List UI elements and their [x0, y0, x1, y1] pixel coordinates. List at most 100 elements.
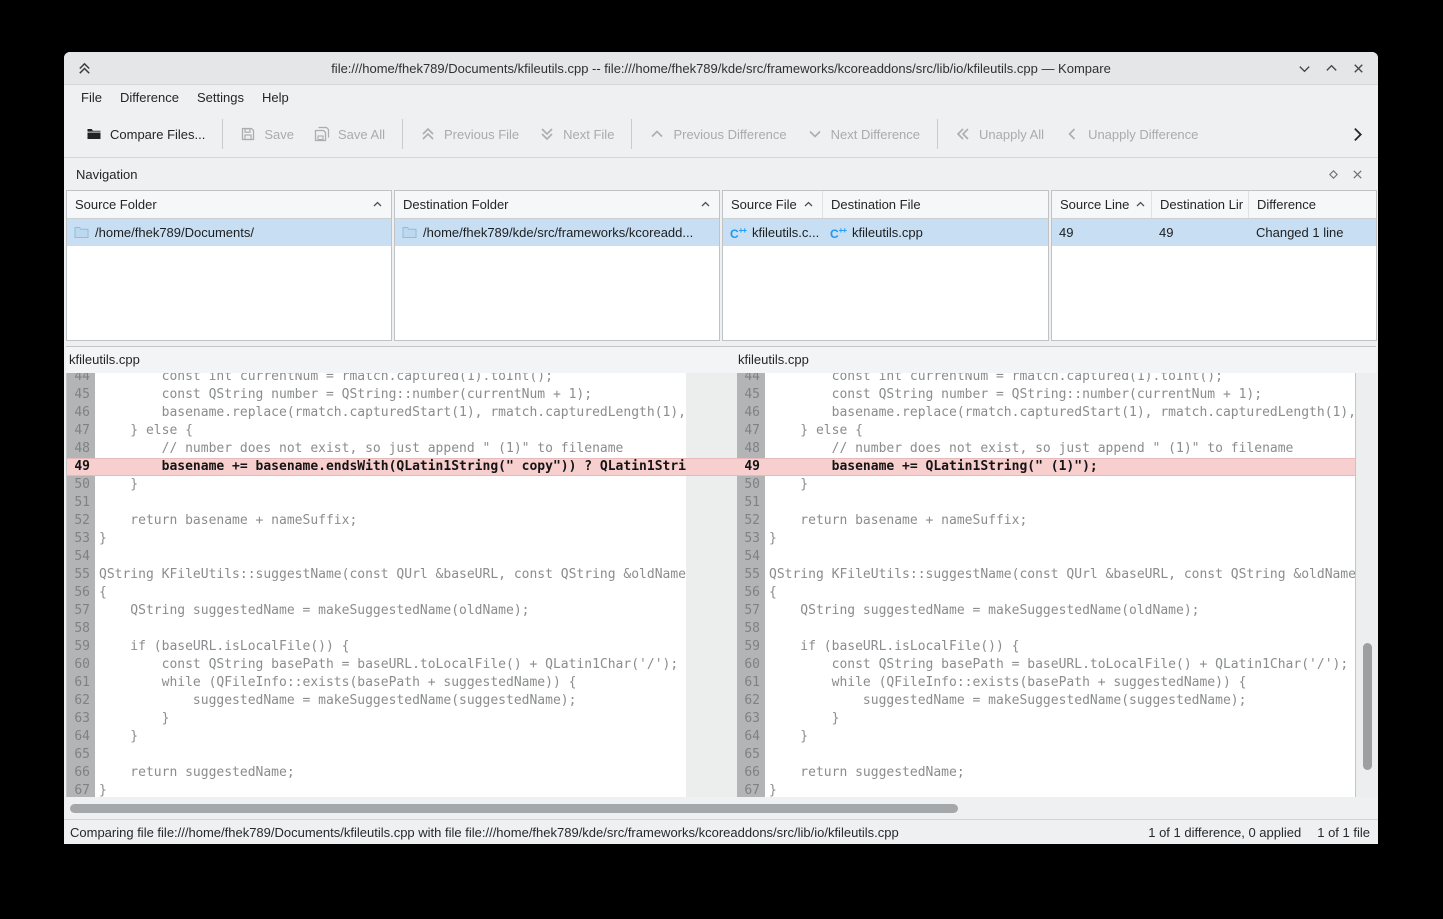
line-number: 65	[67, 746, 95, 764]
line-number: 48	[737, 440, 765, 458]
minimize-icon[interactable]	[1297, 61, 1312, 76]
navigation-selected-row[interactable]: /home/fhek789/kde/src/frameworks/kcoread…	[395, 219, 719, 246]
navigation-header-row: Source Line Destination Lir Difference	[1052, 191, 1376, 219]
toolbar: Compare Files...SaveSave AllPrevious Fil…	[64, 111, 1378, 158]
menu-help[interactable]: Help	[253, 84, 298, 111]
line-number: 54	[67, 548, 95, 566]
navigation-cell: Changed 1 line	[1249, 219, 1376, 246]
navigation-panel-source-folder: Source Folder/home/fhek789/Documents/	[66, 190, 392, 341]
column-header-source-file[interactable]: Source File	[723, 191, 823, 218]
sort-ascending-icon	[797, 199, 814, 210]
navigation-cell: C++kfileutils.c...	[723, 219, 823, 246]
close-icon[interactable]	[1351, 61, 1366, 76]
line-text: return suggestedName;	[765, 764, 1355, 782]
code-line: 55QString KFileUtils::suggestName(const …	[67, 566, 686, 584]
line-number: 57	[737, 602, 765, 620]
code-line: 64 }	[67, 728, 686, 746]
code-line: 50 }	[737, 476, 1355, 494]
line-text: }	[765, 476, 1355, 494]
column-header-destination-lir[interactable]: Destination Lir	[1152, 191, 1249, 218]
sort-ascending-icon	[694, 199, 711, 210]
toolbar-button-label: Compare Files...	[110, 127, 205, 142]
toolbar-overflow-chevron-right-icon[interactable]	[1349, 126, 1366, 143]
line-number: 56	[737, 584, 765, 602]
line-text: {	[765, 584, 1355, 602]
code-line: 61 while (QFileInfo::exists(basePath + s…	[67, 674, 686, 692]
column-header-source-folder[interactable]: Source Folder	[67, 191, 391, 218]
vertical-scrollbar-thumb[interactable]	[1363, 643, 1372, 770]
maximize-icon[interactable]	[1324, 61, 1339, 76]
horizontal-scrollbar-thumb[interactable]	[70, 804, 958, 813]
navigation-selected-row[interactable]: 4949Changed 1 line	[1052, 219, 1376, 246]
double-chevron-up-icon	[420, 126, 436, 142]
diff-connector	[686, 373, 737, 797]
column-header-destination-file[interactable]: Destination File	[823, 191, 1048, 218]
horizontal-scrollbar[interactable]	[64, 798, 1378, 818]
column-header-source-line[interactable]: Source Line	[1052, 191, 1152, 218]
compare-folder-icon	[86, 126, 102, 142]
line-number: 46	[67, 404, 95, 422]
line-text: const QString number = QString::number(c…	[765, 386, 1355, 404]
toolbar-button-label: Unapply Difference	[1088, 127, 1198, 142]
line-number: 50	[737, 476, 765, 494]
line-text: }	[95, 782, 686, 797]
navigation-dock: Navigation Source Folder/home/fhek789/Do…	[64, 159, 1378, 345]
chevron-left-icon	[1064, 126, 1080, 142]
line-number: 58	[737, 620, 765, 638]
code-line: 62 suggestedName = makeSuggestedName(sug…	[67, 692, 686, 710]
menubar: File Difference Settings Help	[64, 84, 1378, 111]
line-text: }	[765, 782, 1355, 797]
line-number: 50	[67, 476, 95, 494]
code-line: 53}	[737, 530, 1355, 548]
changed-code-line[interactable]: 49 basename += QLatin1String(" (1)");	[737, 458, 1355, 476]
navigation-cell-text: /home/fhek789/Documents/	[95, 225, 254, 240]
file-count-status: 1 of 1 file	[1317, 825, 1370, 840]
line-text: QString suggestedName = makeSuggestedNam…	[765, 602, 1355, 620]
column-header-label: Destination Lir	[1160, 197, 1243, 212]
toolbar-compare-files-button[interactable]: Compare Files...	[76, 116, 215, 152]
menu-difference[interactable]: Difference	[111, 84, 188, 111]
line-number: 52	[67, 512, 95, 530]
double-chevron-down-icon	[539, 126, 555, 142]
navigation-cell-text: /home/fhek789/kde/src/frameworks/kcoread…	[423, 225, 693, 240]
column-header-destination-folder[interactable]: Destination Folder	[395, 191, 719, 218]
line-text: while (QFileInfo::exists(basePath + sugg…	[765, 674, 1355, 692]
line-text: const QString number = QString::number(c…	[95, 386, 686, 404]
line-number: 53	[67, 530, 95, 548]
column-header-difference[interactable]: Difference	[1249, 191, 1376, 218]
destination-code-pane[interactable]: 44 const int currentNum = rmatch.capture…	[737, 373, 1356, 797]
line-text	[765, 620, 1355, 638]
code-line: 62 suggestedName = makeSuggestedName(sug…	[737, 692, 1355, 710]
line-number: 59	[67, 638, 95, 656]
line-number: 51	[737, 494, 765, 512]
line-text	[765, 746, 1355, 764]
navigation-header-row: Source FileDestination File	[723, 191, 1048, 219]
keep-above-icon[interactable]	[77, 61, 92, 76]
line-number: 60	[737, 656, 765, 674]
changed-code-line[interactable]: 49 basename += basename.endsWith(QLatin1…	[67, 458, 686, 476]
navigation-selected-row[interactable]: C++kfileutils.c...C++kfileutils.cpp	[723, 219, 1048, 246]
menu-file[interactable]: File	[72, 84, 111, 111]
line-text: return suggestedName;	[95, 764, 686, 782]
code-line: 52 return basename + nameSuffix;	[67, 512, 686, 530]
line-text: const QString basePath = baseURL.toLocal…	[765, 656, 1355, 674]
line-text: // number does not exist, so just append…	[765, 440, 1355, 458]
vertical-scrollbar[interactable]	[1358, 373, 1378, 797]
kompare-window: file:///home/fhek789/Documents/kfileutil…	[64, 52, 1378, 844]
code-line: 65	[67, 746, 686, 764]
line-number: 62	[67, 692, 95, 710]
toolbar-button-label: Next File	[563, 127, 614, 142]
menu-settings[interactable]: Settings	[188, 84, 253, 111]
navigation-selected-row[interactable]: /home/fhek789/Documents/	[67, 219, 391, 246]
navigation-cell: /home/fhek789/kde/src/frameworks/kcoread…	[395, 219, 719, 246]
line-text: return basename + nameSuffix;	[95, 512, 686, 530]
titlebar[interactable]: file:///home/fhek789/Documents/kfileutil…	[64, 52, 1378, 85]
line-text: }	[95, 728, 686, 746]
line-number: 63	[67, 710, 95, 728]
toolbar-next-difference-button: Next Difference	[797, 116, 930, 152]
column-header-label: Source Line	[1060, 197, 1129, 212]
source-code-pane[interactable]: 44 const int currentNum = rmatch.capture…	[66, 373, 686, 797]
code-line: 48 // number does not exist, so just app…	[737, 440, 1355, 458]
line-text	[765, 494, 1355, 512]
line-number: 59	[737, 638, 765, 656]
